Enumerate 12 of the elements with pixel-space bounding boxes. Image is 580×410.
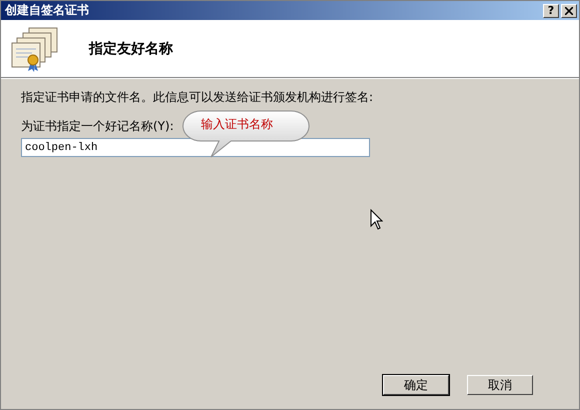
mouse-pointer-icon [370,209,383,230]
input-field[interactable]: coolpen-lxh [21,138,370,157]
callout-text: 输入证书名称 [201,116,273,133]
ok-button[interactable]: 确定 [383,375,449,395]
page-heading: 指定友好名称 [89,40,173,58]
close-icon [565,6,573,14]
description-text: 指定证书申请的文件名。此信息可以发送给证书颁发机构进行签名: [21,89,374,106]
field-label: 为证书指定一个好记名称(Y): [21,118,174,135]
window-title: 创建自签名证书 [5,2,90,19]
cancel-button[interactable]: 取消 [467,375,533,395]
help-button[interactable]: ? [543,4,559,18]
close-button[interactable] [561,4,577,18]
